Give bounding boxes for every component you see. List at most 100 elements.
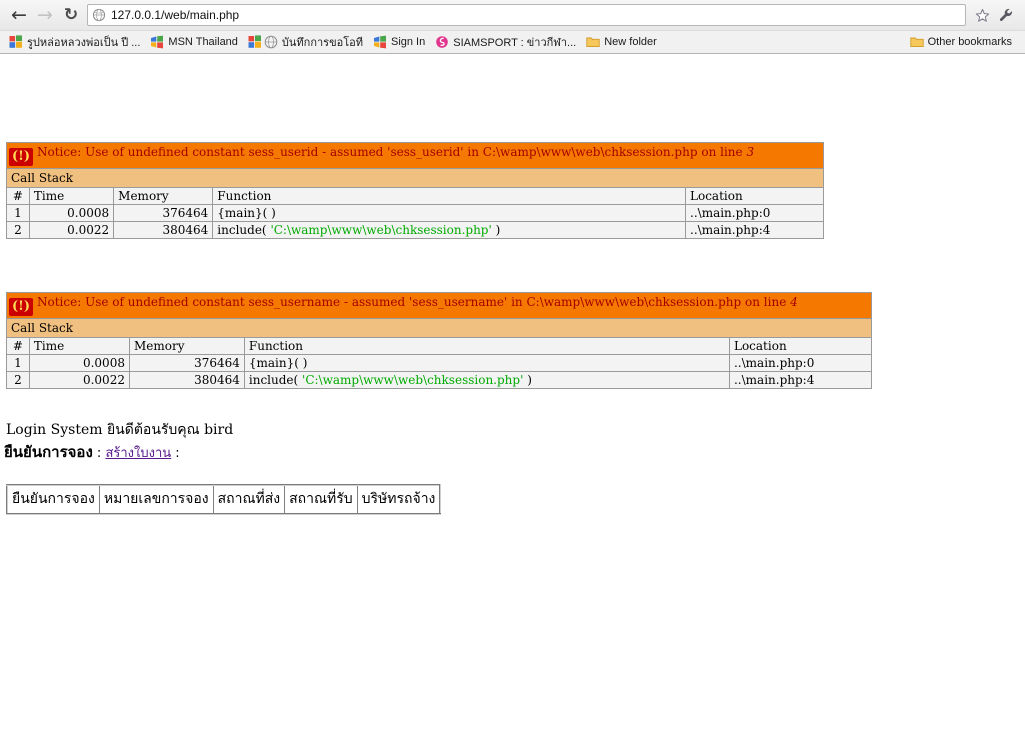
error-notice-text: : Use of undefined constant sess_usernam…: [77, 295, 791, 309]
back-button[interactable]: ←: [6, 3, 32, 27]
call-stack-header-row: Call Stack: [6, 168, 824, 188]
star-icon: [975, 8, 989, 22]
column-header-function: Function: [212, 187, 687, 205]
confirm-separator: :: [92, 446, 106, 461]
address-bar-text: 127.0.0.1/web/main.php: [111, 8, 240, 22]
fn-pre: include(: [217, 223, 271, 237]
bookmark-item[interactable]: รูปหล่อหลวงพ่อเป็น ปี ...: [6, 33, 145, 52]
column-header-location: Location: [685, 187, 824, 205]
bookmark-item[interactable]: SIAMSPORT : ข่าวกีฬา...: [432, 33, 581, 52]
header-cell-delivery-place[interactable]: สถาณที่ส่ง: [212, 484, 286, 515]
cell-time: 0.0022: [28, 371, 130, 389]
bookmarks-bar: รูปหล่อหลวงพ่อเป็น ปี ... MSN Thailand บ…: [0, 30, 1025, 53]
column-header-time: Time: [28, 337, 130, 355]
other-bookmarks-button[interactable]: Other bookmarks: [907, 33, 1017, 52]
other-bookmarks-label: Other bookmarks: [927, 36, 1012, 48]
header-cell-booking-number[interactable]: หมายเลขการจอง: [98, 484, 214, 515]
cell-function: {main}( ): [212, 204, 687, 222]
header-cell-transport-company[interactable]: บริษัทรถจ้าง: [356, 484, 441, 515]
cell-memory: 376464: [113, 204, 214, 222]
cell-num: 2: [6, 371, 30, 389]
bookmark-item[interactable]: MSN Thailand: [147, 33, 243, 52]
error-exclamation-icon: (!): [9, 298, 33, 316]
fn-pre: {main}( ): [248, 356, 308, 370]
globe-icon: [92, 8, 106, 22]
cell-memory: 380464: [113, 221, 214, 239]
back-arrow-icon: ←: [11, 3, 27, 26]
create-work-order-link[interactable]: สร้างใบงาน: [105, 446, 171, 461]
table-row: 1 0.0008 376464 {main}( ) ..\main.php:0: [6, 204, 824, 222]
booking-header-table: ยืนยันการจอง หมายเลขการจอง สถาณที่ส่ง สถ…: [6, 484, 442, 515]
error-exclamation-icon: (!): [9, 148, 33, 166]
bookmark-label: บันทึกการขอโอที: [281, 37, 363, 49]
fn-post: ): [523, 373, 532, 387]
fn-pre: {main}( ): [217, 206, 276, 220]
cell-num: 1: [6, 354, 30, 372]
chrome-menu-button[interactable]: [993, 3, 1019, 27]
table-header-row: # Time Memory Function Location: [6, 187, 824, 205]
column-header-location: Location: [728, 337, 873, 355]
msn-butterfly-icon: [151, 35, 164, 49]
windows-logo-icon: [248, 35, 261, 48]
column-header-num: #: [6, 337, 30, 355]
cell-memory: 376464: [128, 354, 245, 372]
table-row: 1 0.0008 376464 {main}( ) ..\main.php:0: [6, 354, 873, 372]
table-row: 2 0.0022 380464 include( 'C:\wamp\www\we…: [6, 371, 873, 389]
cell-function: include( 'C:\wamp\www\web\chksession.php…: [243, 371, 730, 389]
siamsport-icon: [436, 36, 449, 48]
folder-icon: [586, 37, 600, 48]
welcome-message: Login System ยินดีต้อนรับคุณ bird: [6, 422, 234, 438]
fn-string: 'C:\wamp\www\web\chksession.php': [270, 223, 492, 237]
cell-function: include( 'C:\wamp\www\web\chksession.php…: [212, 221, 687, 239]
cell-location: ..\main.php:4: [728, 371, 873, 389]
bookmark-item[interactable]: New folder: [583, 33, 662, 52]
cell-time: 0.0022: [28, 221, 115, 239]
bookmark-label: รูปหล่อหลวงพ่อเป็น ปี ...: [27, 37, 141, 49]
bookmark-item[interactable]: บันทึกการขอโอที: [245, 33, 368, 52]
windows-logo-icon: [9, 35, 22, 48]
error-notice-row: (!) Notice: Use of undefined constant ses…: [6, 142, 824, 169]
column-header-memory: Memory: [128, 337, 245, 355]
folder-icon: [909, 37, 924, 48]
header-cell-confirm-booking[interactable]: ยืนยันการจอง: [6, 484, 100, 515]
column-header-function: Function: [243, 337, 730, 355]
cell-time: 0.0008: [28, 354, 130, 372]
cell-location: ..\main.php:0: [685, 204, 824, 222]
browser-chrome: ← → ↻ 127.0.0.1/web/main.php รูปหล่อหลวง…: [0, 0, 1025, 54]
error-notice-cell: (!) Notice: Use of undefined constant ses…: [6, 292, 872, 319]
error-notice-row: (!) Notice: Use of undefined constant ses…: [6, 292, 872, 319]
column-header-time: Time: [28, 187, 115, 205]
call-stack-label: Call Stack: [6, 168, 824, 188]
address-bar[interactable]: 127.0.0.1/web/main.php: [87, 4, 966, 26]
call-stack-label: Call Stack: [6, 318, 872, 338]
cell-function: {main}( ): [243, 354, 730, 372]
column-header-memory: Memory: [113, 187, 214, 205]
globe-icon: [264, 35, 278, 49]
forward-arrow-icon: →: [37, 3, 53, 26]
reload-button[interactable]: ↻: [58, 3, 84, 27]
confirm-trailing-text: :: [171, 446, 180, 461]
confirm-booking-line: ยืนยันการจอง : สร้างใบงาน :: [4, 440, 180, 464]
fn-pre: include(: [248, 373, 303, 387]
page-viewport: (!) Notice: Use of undefined constant ses…: [0, 54, 1025, 744]
call-stack-header-row: Call Stack: [6, 318, 872, 338]
error-notice-prefix: Notice: [37, 295, 78, 309]
cell-time: 0.0008: [28, 204, 115, 222]
header-cell-pickup-place[interactable]: สถาณที่รับ: [284, 484, 358, 515]
table-row: 2 0.0022 380464 include( 'C:\wamp\www\we…: [6, 221, 824, 239]
bookmark-item[interactable]: Sign In: [370, 33, 430, 52]
fn-post: ): [491, 223, 501, 237]
error-line-number: 4: [790, 295, 798, 309]
column-header-num: #: [6, 187, 30, 205]
forward-button[interactable]: →: [32, 3, 58, 27]
cell-memory: 380464: [128, 371, 245, 389]
fn-string: 'C:\wamp\www\web\chksession.php': [302, 373, 524, 387]
bookmark-label: Sign In: [390, 36, 426, 48]
cell-location: ..\main.php:4: [685, 221, 824, 239]
bookmark-star-button[interactable]: [971, 4, 993, 26]
bookmark-label: New folder: [604, 36, 657, 48]
xdebug-error-table-2: (!) Notice: Use of undefined constant ses…: [6, 292, 873, 389]
error-line-number: 3: [746, 145, 755, 159]
cell-num: 1: [6, 204, 30, 222]
browser-toolbar: ← → ↻ 127.0.0.1/web/main.php: [0, 0, 1025, 30]
